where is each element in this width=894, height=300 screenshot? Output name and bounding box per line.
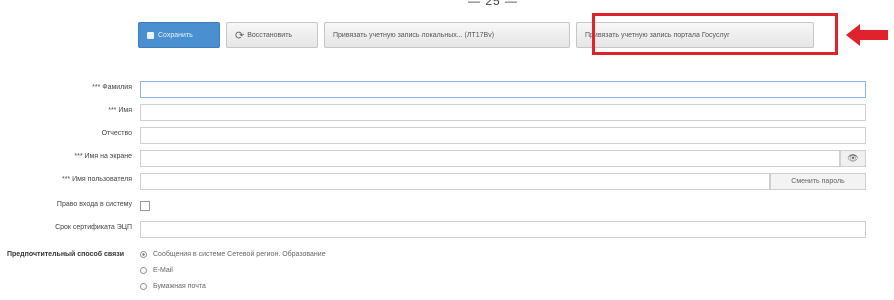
save-button[interactable]: Сохранить [138,22,220,48]
page-number: — 25 — [468,0,519,8]
contact-option-post-label: Бумажная почта [153,282,206,290]
name-row: *** Имя [0,104,894,122]
eye-icon: 👁 [847,153,859,163]
link-local-account-label: Привязать учетную запись локальных... (Л… [333,31,495,39]
login-input[interactable] [140,150,840,167]
contact-option-email-label: E-Mail [153,266,173,274]
highlight-frame [592,13,838,55]
access-row: Право входа в систему [0,198,894,216]
username-label: *** Имя пользователя [61,176,132,183]
name-input[interactable] [140,104,866,121]
user-edit-page: — 25 — Сохранить ⟳ Восстановить Привязат… [0,0,894,300]
radio-system[interactable] [140,250,147,258]
patronymic-input[interactable] [140,127,866,144]
cert-label: Срок сертификата ЭЦП [55,224,132,231]
contact-method-label: Предпочтительный способ связи [6,251,124,258]
access-label: Право входа в систему [56,201,132,208]
save-button-label: Сохранить [158,31,193,39]
surname-label: *** Фамилия [92,84,132,91]
contact-option-system[interactable]: Сообщения в системе Сетевой регион. Обра… [140,246,326,262]
name-label: *** Имя [108,107,132,114]
restore-button-label: Восстановить [247,31,293,39]
patronymic-row: Отчество [0,127,894,145]
contact-option-system-label: Сообщения в системе Сетевой регион. Обра… [153,250,326,258]
access-checkbox[interactable] [140,201,150,211]
red-arrow-icon [846,24,888,46]
login-label: *** Имя на экране [74,153,132,160]
radio-email[interactable] [140,266,147,274]
login-row: *** Имя на экране 👁 [0,150,894,168]
contact-option-email[interactable]: E-Mail [140,262,326,278]
floppy-icon [147,31,154,39]
username-input[interactable] [140,173,770,190]
cert-input[interactable] [140,221,866,238]
surname-input[interactable] [140,81,866,98]
patronymic-label: Отчество [101,130,132,137]
change-password-button[interactable]: Сменить пароль [770,173,866,190]
link-local-account-button[interactable]: Привязать учетную запись локальных... (Л… [324,22,570,48]
contact-method-radio-group: Сообщения в системе Сетевой регион. Обра… [140,246,326,294]
restore-button[interactable]: ⟳ Восстановить [226,22,318,48]
radio-post[interactable] [140,282,147,290]
refresh-icon: ⟳ [235,29,245,42]
username-row: *** Имя пользователя Сменить пароль [0,173,894,191]
cert-row: Срок сертификата ЭЦП [0,221,894,239]
contact-option-post[interactable]: Бумажная почта [140,278,326,294]
show-password-button[interactable]: 👁 [840,150,866,167]
surname-row: *** Фамилия [0,81,894,99]
